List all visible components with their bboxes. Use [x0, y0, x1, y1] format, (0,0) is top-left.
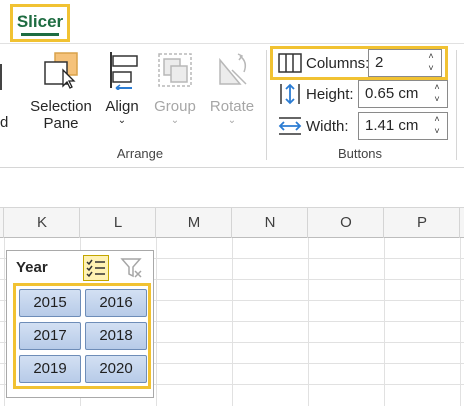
grid-vline — [384, 238, 385, 406]
multi-select-icon — [86, 259, 105, 278]
slicer-item-2018[interactable]: 2018 — [85, 322, 147, 350]
column-header-partial — [0, 208, 4, 238]
column-header-m[interactable]: M — [157, 208, 232, 238]
group-button[interactable]: Group ⌄ — [150, 50, 200, 126]
height-icon — [280, 83, 300, 105]
ribbon: d Selection Pane Align ⌄ Group ⌄ Rotate … — [0, 44, 464, 168]
grid-vline — [156, 238, 157, 406]
grid-vline — [308, 238, 309, 406]
height-input[interactable]: 0.65 cm ˄ ˅ — [358, 80, 448, 108]
column-header-l[interactable]: L — [81, 208, 156, 238]
buttons-group-label: Buttons — [337, 146, 383, 161]
slicer-title: Year — [16, 259, 48, 276]
clear-filter-button[interactable] — [119, 255, 145, 281]
align-chevron-icon: ⌄ — [117, 115, 127, 126]
columns-label: Columns: — [306, 54, 370, 72]
columns-icon — [278, 53, 302, 73]
arrange-group-label: Arrange — [116, 146, 164, 161]
column-header-n[interactable]: N — [233, 208, 308, 238]
columns-value: 2 — [375, 54, 384, 71]
ribbon-tab-bar: Slicer — [0, 0, 464, 44]
columns-input[interactable]: 2 ˄ ˅ — [368, 49, 442, 77]
rotate-button[interactable]: Rotate ⌄ — [204, 50, 260, 126]
height-row: Height: — [278, 80, 354, 108]
selection-pane-label-1: Selection — [30, 98, 92, 115]
slicer-item-2019[interactable]: 2019 — [19, 355, 81, 383]
grid-vline — [4, 238, 5, 406]
column-header-o[interactable]: O — [309, 208, 384, 238]
height-value: 0.65 cm — [365, 85, 419, 102]
align-button[interactable]: Align ⌄ — [98, 50, 146, 126]
selection-pane-icon — [44, 52, 78, 89]
year-slicer[interactable]: Year 2015 2016 2017 2018 2019 2020 — [6, 250, 154, 398]
rotate-label: Rotate — [209, 98, 255, 115]
rotate-chevron-icon: ⌄ — [227, 115, 237, 126]
slicer-item-2015[interactable]: 2015 — [19, 289, 81, 317]
column-header-row: K L M N O P — [0, 208, 464, 238]
clear-filter-icon — [120, 258, 142, 278]
partial-command-text: d — [0, 114, 9, 131]
partial-command-label[interactable]: d — [0, 114, 14, 131]
group-separator-right — [456, 50, 457, 160]
group-separator — [266, 50, 267, 160]
height-spinner-icon[interactable]: ˄ ˅ — [431, 81, 443, 107]
group-label: Group — [154, 98, 196, 115]
slicer-item-2017[interactable]: 2017 — [19, 322, 81, 350]
tab-slicer[interactable]: Slicer — [10, 4, 70, 42]
columns-row: Columns: — [278, 49, 369, 77]
height-label: Height: — [306, 85, 354, 103]
slicer-items-highlight: 2015 2016 2017 2018 2019 2020 — [13, 283, 151, 389]
width-input[interactable]: 1.41 cm ˄ ˅ — [358, 112, 448, 140]
column-header-p[interactable]: P — [385, 208, 460, 238]
width-value: 1.41 cm — [365, 117, 419, 134]
rotate-icon — [219, 53, 247, 85]
slicer-item-2020[interactable]: 2020 — [85, 355, 147, 383]
multi-select-button[interactable] — [83, 255, 109, 281]
group-chevron-icon: ⌄ — [170, 115, 180, 126]
align-icon — [110, 52, 138, 90]
selection-pane-label-2: Pane — [43, 115, 79, 132]
tab-active-underline — [21, 33, 59, 36]
selection-pane-button[interactable]: Selection Pane — [26, 50, 96, 132]
width-label: Width: — [306, 117, 349, 135]
slicer-item-2016[interactable]: 2016 — [85, 289, 147, 317]
tab-slicer-label: Slicer — [16, 12, 64, 31]
grid-vline — [460, 238, 461, 406]
grid-vline — [232, 238, 233, 406]
width-spinner-icon[interactable]: ˄ ˅ — [431, 113, 443, 139]
partial-command-icon — [0, 64, 6, 90]
width-icon — [278, 117, 302, 135]
columns-spinner-icon[interactable]: ˄ ˅ — [425, 50, 437, 76]
column-header-k[interactable]: K — [5, 208, 80, 238]
group-icon — [158, 53, 192, 87]
formula-bar-area — [0, 168, 464, 208]
align-label: Align — [105, 98, 139, 115]
width-row: Width: — [278, 112, 349, 140]
